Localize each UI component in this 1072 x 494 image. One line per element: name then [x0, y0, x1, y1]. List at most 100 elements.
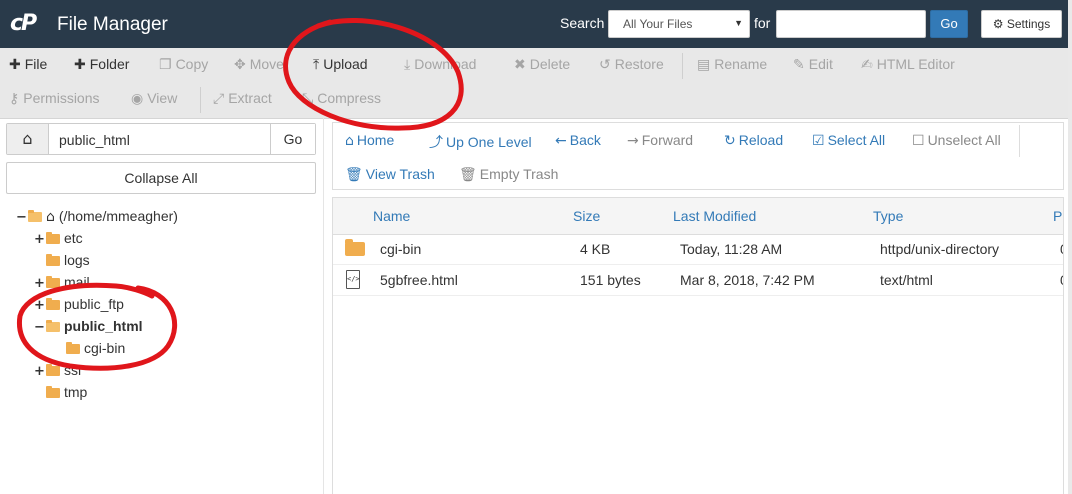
- path-go-button[interactable]: Go: [270, 124, 315, 154]
- nav-up-one-level-button[interactable]: ⤴ Up One Level: [429, 132, 532, 152]
- file-permissions: 0: [1060, 265, 1063, 295]
- toolbar-delete-button[interactable]: ✖ Delete: [514, 56, 570, 73]
- nav-select-all-button[interactable]: ☑ Select All: [812, 132, 885, 149]
- folder-icon: [46, 364, 60, 376]
- toolbar-restore-button[interactable]: ↺ Restore: [599, 56, 664, 73]
- tree-item-etc[interactable]: + etc: [34, 228, 83, 248]
- file-icon: ▤: [697, 57, 711, 73]
- trash-icon: 🗑: [345, 167, 363, 183]
- toolbar-file-button[interactable]: ✚ File: [9, 56, 47, 73]
- tree-item-ssl[interactable]: + ssl: [34, 360, 81, 380]
- eye-icon: ◉: [131, 91, 144, 107]
- folder-icon: [46, 276, 60, 288]
- compress-icon: ⤡: [302, 91, 314, 107]
- toolbar-edit-button[interactable]: ✎ Edit: [793, 56, 833, 73]
- nav-view-trash-button[interactable]: 🗑 View Trash: [345, 166, 435, 183]
- nav-empty-trash-button[interactable]: 🗑 Empty Trash: [459, 166, 558, 183]
- toolbar-view-button[interactable]: ◉ View: [131, 90, 177, 107]
- folder-open-icon: [28, 210, 42, 222]
- toolbar-rename-button[interactable]: ▤ Rename: [697, 56, 767, 73]
- arrow-right-icon: →: [627, 133, 639, 149]
- file-modified: Mar 8, 2018, 7:42 PM: [680, 272, 815, 288]
- search-scope-value: All Your Files: [623, 17, 693, 31]
- tree-item-public-ftp[interactable]: + public_ftp: [34, 294, 124, 314]
- home-icon: ⌂: [345, 133, 354, 149]
- nav-home-button[interactable]: ⌂ Home: [345, 132, 394, 149]
- plus-icon: ✚: [9, 57, 21, 73]
- collapse-all-button[interactable]: Collapse All: [6, 162, 316, 194]
- window-scrollbar[interactable]: [1068, 0, 1072, 494]
- file-name: 5gbfree.html: [380, 272, 458, 288]
- for-label: for: [754, 15, 771, 31]
- folder-icon: [46, 232, 60, 244]
- collapse-icon[interactable]: −: [34, 318, 46, 338]
- toolbar-upload-button[interactable]: ⤒ Upload: [313, 56, 368, 73]
- toolbar-separator: [682, 53, 683, 79]
- toolbar-extract-button[interactable]: ⤢ Extract: [213, 90, 272, 107]
- folder-icon: [46, 386, 60, 398]
- column-header-size[interactable]: Size: [573, 198, 600, 234]
- nav-reload-button[interactable]: ↻ Reload: [724, 132, 783, 149]
- path-bar: ⌂ public_html Go: [6, 123, 316, 155]
- settings-label: Settings: [1006, 17, 1051, 31]
- file-modified: Today, 11:28 AM: [680, 241, 783, 257]
- path-input[interactable]: public_html: [59, 132, 130, 148]
- toolbar-separator: [200, 87, 201, 113]
- column-header-permissions[interactable]: Pe: [1053, 198, 1063, 234]
- search-scope-select[interactable]: All Your Files ▼: [608, 10, 750, 38]
- search-go-button[interactable]: Go: [930, 10, 968, 38]
- close-icon: ✖: [514, 57, 526, 73]
- home-icon[interactable]: ⌂: [7, 124, 49, 154]
- tree-item-tmp[interactable]: tmp: [34, 382, 87, 402]
- expand-icon: ⤢: [213, 91, 225, 107]
- folder-open-icon: [46, 320, 60, 332]
- checkbox-checked-icon: ☑: [812, 133, 825, 149]
- file-size: 151 bytes: [580, 272, 641, 288]
- plus-icon: ✚: [74, 57, 86, 73]
- column-header-type[interactable]: Type: [873, 198, 903, 234]
- toolbar-compress-button[interactable]: ⤡ Compress: [302, 90, 381, 107]
- home-icon: ⌂: [46, 209, 55, 225]
- collapse-icon[interactable]: −: [16, 208, 28, 228]
- caret-down-icon: ▼: [734, 18, 743, 28]
- file-listing-table: Name Size Last Modified Type Pe cgi-bin …: [332, 197, 1064, 494]
- tree-item-cgi-bin[interactable]: cgi-bin: [54, 338, 125, 358]
- file-toolbar: ✚ File ✚ Folder ❐ Copy ✥ Move ⤒ Upload ⤓ Downl…: [0, 48, 1072, 119]
- column-header-name[interactable]: Name: [373, 198, 410, 234]
- key-icon: ⚷: [9, 91, 20, 107]
- nav-unselect-all-button[interactable]: ☐ Unselect All: [912, 132, 1001, 149]
- table-row[interactable]: cgi-bin 4 KB Today, 11:28 AM httpd/unix-…: [333, 234, 1063, 265]
- file-name: cgi-bin: [380, 241, 422, 257]
- toolbar-folder-button[interactable]: ✚ Folder: [74, 56, 129, 73]
- html-file-icon: </>: [346, 270, 360, 289]
- expand-icon[interactable]: +: [34, 362, 46, 382]
- undo-icon: ↺: [599, 57, 611, 73]
- toolbar-move-button[interactable]: ✥ Move: [234, 56, 284, 73]
- search-input[interactable]: [776, 10, 926, 38]
- column-header-last-modified[interactable]: Last Modified: [673, 198, 756, 234]
- nav-back-button[interactable]: ← Back: [555, 132, 601, 149]
- copy-icon: ❐: [159, 57, 172, 73]
- pane-divider[interactable]: [323, 118, 324, 494]
- table-row[interactable]: </> 5gbfree.html 151 bytes Mar 8, 2018, …: [333, 265, 1063, 296]
- file-permissions: 0: [1060, 234, 1063, 264]
- move-icon: ✥: [234, 57, 246, 73]
- tree-item-home[interactable]: − ⌂ (/home/mmeagher): [16, 206, 178, 226]
- expand-icon[interactable]: +: [34, 296, 46, 316]
- upload-icon: ⤒: [313, 57, 320, 73]
- toolbar-html-editor-button[interactable]: ✍ HTML Editor: [861, 56, 955, 73]
- tree-item-public-html[interactable]: − public_html: [34, 316, 143, 336]
- nav-forward-button[interactable]: → Forward: [627, 132, 693, 149]
- tree-item-logs[interactable]: logs: [34, 250, 90, 270]
- toolbar-copy-button[interactable]: ❐ Copy: [159, 56, 208, 73]
- settings-button[interactable]: ⚙ Settings: [981, 10, 1062, 38]
- top-bar: cP File Manager Search All Your Files ▼ …: [0, 0, 1072, 48]
- cpanel-logo[interactable]: cP: [10, 11, 37, 36]
- toolbar-download-button[interactable]: ⤓ Download: [404, 56, 476, 73]
- file-type: httpd/unix-directory: [880, 241, 1000, 257]
- tree-item-mail[interactable]: + mail: [34, 272, 90, 292]
- expand-icon[interactable]: +: [34, 230, 46, 250]
- expand-icon[interactable]: +: [34, 274, 46, 294]
- download-icon: ⤓: [404, 57, 411, 73]
- toolbar-permissions-button[interactable]: ⚷ Permissions: [9, 90, 100, 107]
